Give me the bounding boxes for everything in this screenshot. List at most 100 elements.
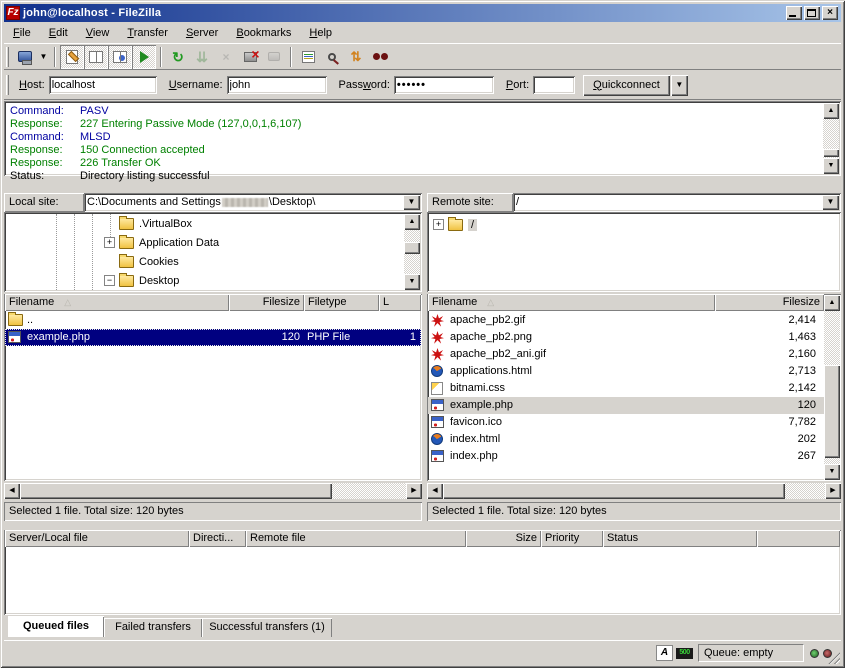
queue-column-direction[interactable]: Directi... [189,530,246,547]
host-label: Host: [19,79,45,91]
host-input[interactable] [49,76,157,94]
scrollbar-thumb[interactable] [20,483,332,499]
synchronized-browsing-button[interactable]: ⇅ [344,45,368,69]
local-site-combo[interactable]: C:\Documents and Settings\Desktop\ ▼ [84,193,422,212]
directory-comparison-button[interactable] [320,45,344,69]
quickconnect-button[interactable]: Quickconnect [583,75,670,96]
file-row[interactable]: apache_pb2.png1,463 [428,329,824,346]
reconnect-button[interactable] [262,45,286,69]
refresh-icon: ↻ [172,50,184,64]
file-row[interactable]: applications.html2,713 [428,363,824,380]
remote-site-combo[interactable]: / ▼ [513,193,841,212]
filters-button[interactable] [296,45,320,69]
toggle-local-tree-button[interactable] [84,45,108,69]
site-manager-button[interactable] [13,45,37,69]
column-header-filesize[interactable]: Filesize [229,294,304,311]
menu-server[interactable]: Server [177,25,227,41]
queue-column-status[interactable]: Status [603,530,757,547]
menu-bookmarks[interactable]: Bookmarks [227,25,300,41]
file-row[interactable]: index.php267 [428,448,824,465]
file-row[interactable]: favicon.ico7,782 [428,414,824,431]
password-input[interactable] [394,76,494,94]
quickconnect-dropdown-button[interactable]: ▼ [671,75,688,96]
scroll-left-icon[interactable]: ◀ [4,483,20,499]
scroll-up-icon[interactable]: ▲ [404,214,420,230]
menu-help[interactable]: Help [300,25,341,41]
menu-file[interactable]: File [4,25,40,41]
tree-item[interactable]: Cookies [104,252,179,271]
column-header-filetype[interactable]: Filetype [304,294,379,311]
expander-icon[interactable]: + [104,237,115,248]
scrollbar-thumb[interactable] [823,149,839,157]
close-button[interactable]: × [822,6,838,20]
queue-column-server-local[interactable]: Server/Local file [5,530,189,547]
file-row[interactable]: index.html202 [428,431,824,448]
scrollbar-thumb[interactable] [443,483,785,499]
tree-item[interactable]: + / [433,215,477,234]
chevron-down-icon[interactable]: ▼ [403,195,420,210]
column-header-filename[interactable]: Filename△ [5,294,229,311]
site-manager-dropdown-button[interactable]: ▼ [37,45,50,69]
scroll-left-icon[interactable]: ◀ [427,483,443,499]
menu-view[interactable]: View [77,25,119,41]
toggle-queue-button[interactable] [132,45,156,69]
transfer-type-ascii-icon[interactable]: A [656,645,673,661]
username-input[interactable] [227,76,327,94]
find-files-button[interactable] [368,45,392,69]
file-size: 2,142 [788,380,816,396]
expander-icon[interactable]: − [104,275,115,286]
scrollbar-thumb[interactable] [404,242,420,254]
column-header-filesize[interactable]: Filesize [715,294,824,311]
quickconnect-grip[interactable] [6,75,9,95]
local-hscrollbar[interactable]: ◀ ▶ [4,483,422,499]
scroll-up-icon[interactable]: ▲ [824,295,840,311]
chevron-down-icon[interactable]: ▼ [822,195,839,210]
menu-edit[interactable]: Edit [40,25,77,41]
title-bar[interactable]: Fz john@localhost - FileZilla × [4,4,841,22]
tab-queued-files[interactable]: Queued files [8,616,104,637]
scroll-down-icon[interactable]: ▼ [823,158,839,174]
tree-item[interactable]: .VirtualBox [104,214,192,233]
maximize-button[interactable] [804,6,820,20]
scroll-right-icon[interactable]: ▶ [406,483,422,499]
file-row[interactable]: bitnami.css2,142 [428,380,824,397]
expander-icon[interactable]: + [433,219,444,230]
cancel-operation-button[interactable]: × [214,45,238,69]
port-input[interactable] [533,76,575,94]
process-queue-button[interactable]: ⇊ [190,45,214,69]
file-row[interactable]: apache_pb2_ani.gif2,160 [428,346,824,363]
disconnect-button[interactable] [238,45,262,69]
menu-transfer[interactable]: Transfer [118,25,177,41]
file-row[interactable]: .. [5,312,421,329]
log-scrollbar[interactable]: ▲ ▼ [823,103,839,174]
queue-column-priority[interactable]: Priority [541,530,603,547]
file-type: PHP File [307,329,350,345]
window-title: john@localhost - FileZilla [23,7,161,19]
column-header-filename[interactable]: Filename△ [428,294,715,311]
minimize-button[interactable] [786,6,802,20]
speed-limit-icon[interactable]: 500 [676,648,693,659]
toggle-message-log-button[interactable] [60,45,84,69]
file-row-selected[interactable]: example.php 120 PHP File 1 [5,329,421,346]
scroll-down-icon[interactable]: ▼ [824,464,840,480]
remote-list-scrollbar[interactable]: ▲ ▼ [824,295,840,480]
toolbar-grip[interactable] [6,47,9,67]
file-row[interactable]: apache_pb2.gif2,414 [428,312,824,329]
toggle-remote-tree-button[interactable] [108,45,132,69]
column-header-lastmodified[interactable]: L [379,294,421,311]
queue-column-remote-file[interactable]: Remote file [246,530,466,547]
tab-successful-transfers[interactable]: Successful transfers (1) [202,618,332,637]
scrollbar-thumb[interactable] [824,365,840,458]
scroll-down-icon[interactable]: ▼ [404,274,420,290]
tab-failed-transfers[interactable]: Failed transfers [104,618,202,637]
tree-item[interactable]: +Application Data [104,233,219,252]
refresh-button[interactable]: ↻ [166,45,190,69]
php-file-icon [8,331,21,343]
tree-item[interactable]: −Desktop [104,271,179,290]
local-tree-scrollbar[interactable]: ▲ ▼ [404,214,420,290]
scroll-up-icon[interactable]: ▲ [823,103,839,119]
remote-hscrollbar[interactable]: ◀ ▶ [427,483,841,499]
scroll-right-icon[interactable]: ▶ [825,483,841,499]
file-row-selected[interactable]: example.php120 [428,397,824,414]
queue-column-size[interactable]: Size [466,530,541,547]
